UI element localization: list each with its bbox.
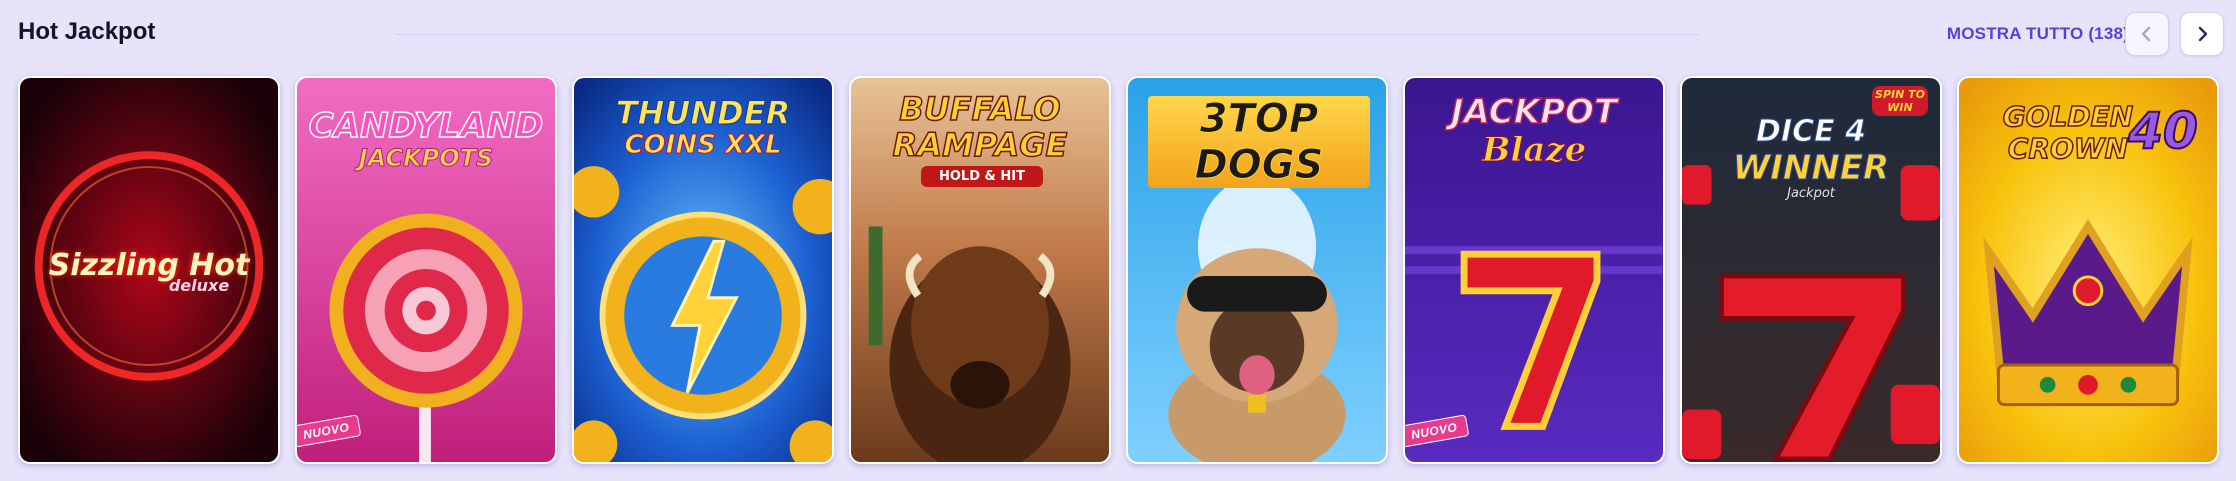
show-all-link[interactable]: MOSTRA TUTTO (138)	[1947, 24, 2129, 44]
chevron-left-icon	[2141, 26, 2151, 42]
game-carousel: Sizzling Hot deluxe CANDYLAND JACKPOTS N…	[18, 76, 2224, 464]
game-card-golden-crown-40[interactable]: GOLDEN CROWN 40	[1957, 76, 2219, 464]
game-logo-sub: COINS XXL	[624, 130, 782, 161]
game-logo: THUNDER	[615, 94, 791, 133]
game-logo-tag: Jackpot	[1787, 186, 1835, 201]
game-logo: DICE 4	[1756, 114, 1867, 150]
game-logo-tag: HOLD & HIT	[921, 166, 1043, 187]
game-logo-sub: deluxe	[168, 276, 230, 295]
header-divider	[395, 34, 1700, 35]
game-logo-tag-spin: SPIN TO WIN	[1872, 86, 1928, 116]
section-header: Hot Jackpot MOSTRA TUTTO (138)	[0, 0, 2236, 70]
carousel-prev-button[interactable]	[2125, 12, 2169, 56]
chevron-right-icon	[2198, 26, 2208, 42]
game-logo-sub: JACKPOTS	[358, 144, 494, 173]
game-card-dice-4-winner[interactable]: DICE 4 WINNER Jackpot SPIN TO WIN	[1680, 76, 1942, 464]
game-logo: CANDYLAND	[308, 105, 544, 147]
game-card-3-top-dogs[interactable]: 3TOP DOGS	[1126, 76, 1388, 464]
game-card-candyland-jackpots[interactable]: CANDYLAND JACKPOTS NUOVO	[295, 76, 557, 464]
game-logo-sub: WINNER	[1732, 148, 1890, 189]
section-title: Hot Jackpot	[18, 18, 156, 45]
game-card-buffalo-rampage[interactable]: BUFFALO RAMPAGE HOLD & HIT	[849, 76, 1111, 464]
game-logo-sub: Blaze	[1481, 130, 1587, 171]
game-card-jackpot-blaze[interactable]: JACKPOT Blaze NUOVO	[1403, 76, 1665, 464]
game-logo: 3TOP DOGS	[1148, 96, 1370, 189]
game-card-sizzling-hot[interactable]: Sizzling Hot deluxe	[18, 76, 280, 464]
game-logo-number: 40	[2127, 101, 2199, 161]
game-logo-sub: RAMPAGE	[892, 125, 1068, 165]
game-logo: BUFFALO	[899, 89, 1062, 129]
carousel-next-button[interactable]	[2180, 12, 2224, 56]
game-logo: JACKPOT	[1450, 91, 1618, 133]
game-card-thunder-coins-xxl[interactable]: THUNDER COINS XXL	[572, 76, 834, 464]
